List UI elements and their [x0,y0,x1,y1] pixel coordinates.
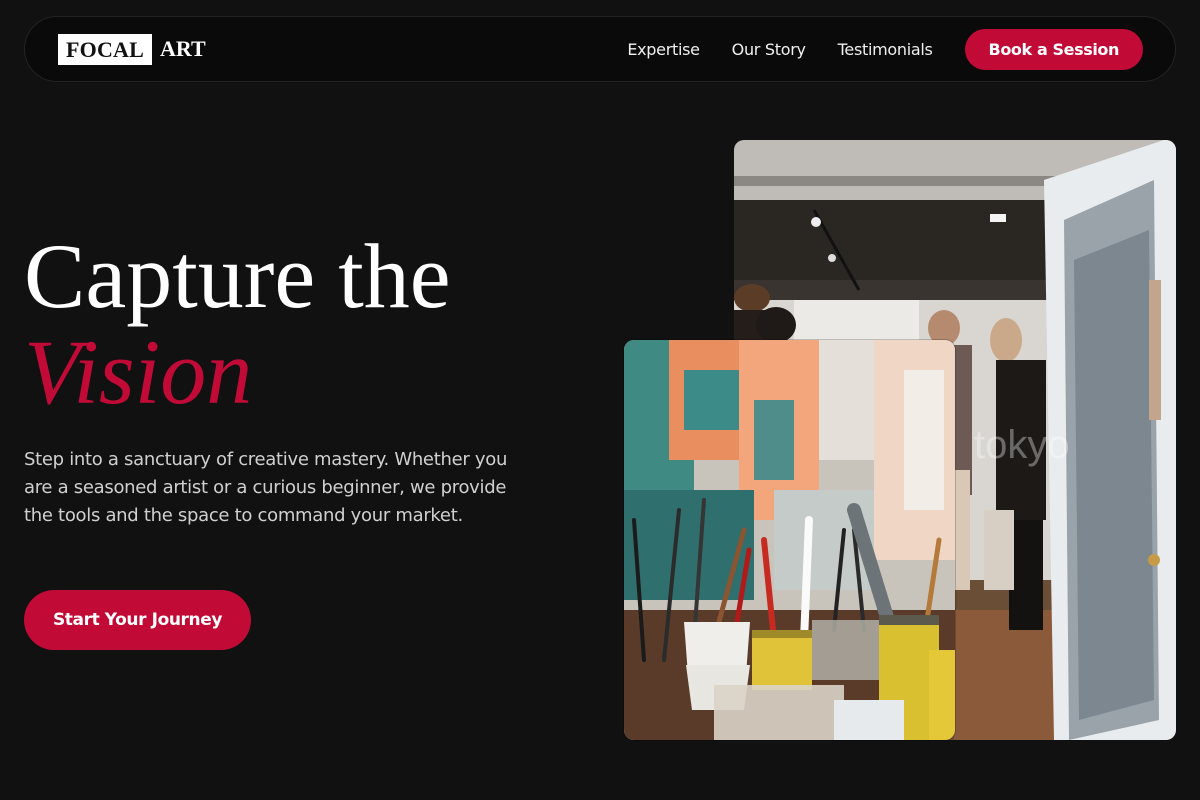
brand-logo[interactable]: FOCAL ART [58,33,206,65]
studio-photo [624,340,955,740]
start-journey-button[interactable]: Start Your Journey [24,590,251,650]
studio-photo-illustration [624,340,955,740]
nav-menu: Expertise Our Story Testimonials Book a … [627,28,1143,70]
nav-link-testimonials[interactable]: Testimonials [838,40,933,59]
nav-link-our-story[interactable]: Our Story [732,40,806,59]
gallery-sign-text: tokyo [974,423,1070,467]
hero-title-line: Capture the [24,225,451,327]
nav-link-expertise[interactable]: Expertise [627,40,700,59]
logo-box-text: FOCAL [58,33,152,65]
top-navbar: FOCAL ART Expertise Our Story Testimonia… [24,16,1176,82]
hero-description: Step into a sanctuary of creative master… [24,449,508,526]
book-session-button[interactable]: Book a Session [964,28,1143,70]
hero-title-accent: Vision [24,321,253,423]
logo-text: ART [160,36,206,61]
hero-title: Capture the Vision [24,228,584,420]
